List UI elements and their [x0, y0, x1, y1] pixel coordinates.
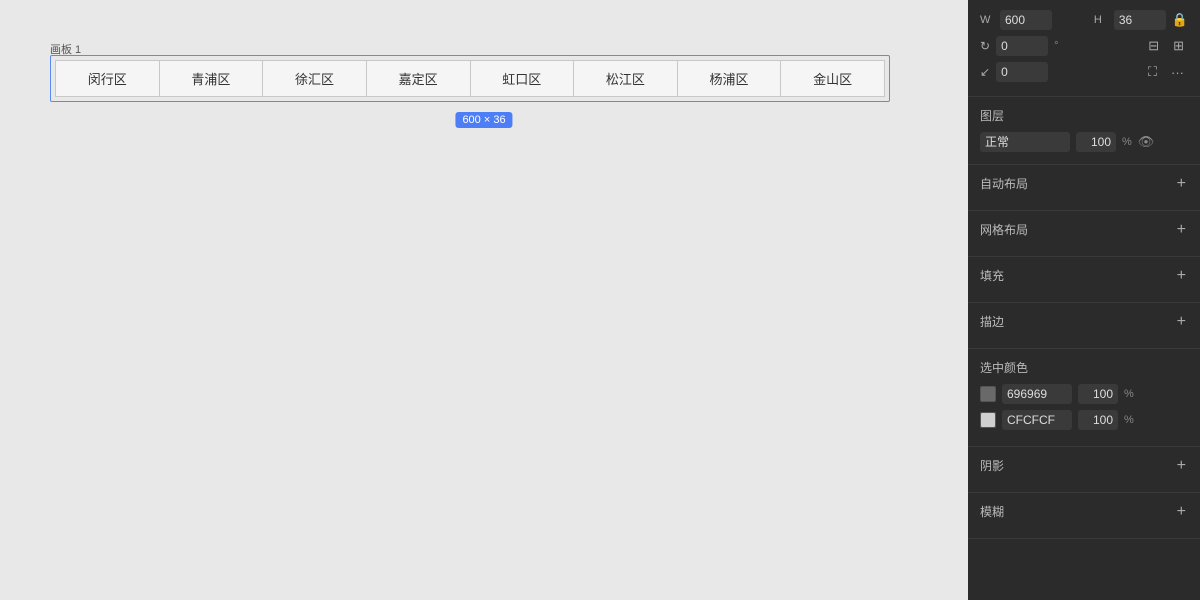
tab-item-1[interactable]: 青浦区 [159, 60, 263, 97]
right-panel: W H 🔒 ↻ ° ⊟ ⊞ ↙ ⛶ ··· 图层 [968, 0, 1200, 600]
grid-layout-header[interactable]: 网格布局 + [980, 221, 1188, 238]
grid-layout-label: 网格布局 [980, 221, 1028, 238]
auto-layout-label: 自动布局 [980, 175, 1028, 192]
w-input[interactable] [1000, 10, 1052, 30]
color-opacity-input-0[interactable] [1078, 384, 1118, 404]
stroke-section: 描边 + [968, 303, 1200, 349]
fill-header[interactable]: 填充 + [980, 267, 1188, 284]
rotate-icon: ↻ [980, 39, 990, 53]
grid-layout-add-btn[interactable]: + [1175, 222, 1188, 238]
auto-layout-header[interactable]: 自动布局 + [980, 175, 1188, 192]
color-hex-input-1[interactable] [1002, 410, 1072, 430]
stroke-header[interactable]: 描边 + [980, 313, 1188, 330]
layer-section: 图层 正常 正片叠底 滤色 % 👁 [968, 97, 1200, 165]
h-label: H [1094, 14, 1108, 26]
blur-section: 模糊 + [968, 493, 1200, 539]
blur-header[interactable]: 模糊 + [980, 503, 1188, 520]
color-unit-0: % [1124, 388, 1134, 400]
rotate-input[interactable] [996, 36, 1048, 56]
size-badge: 600 × 36 [455, 112, 512, 128]
tab-item-6[interactable]: 杨浦区 [677, 60, 781, 97]
tab-item-0[interactable]: 闵行区 [55, 60, 159, 97]
selected-color-header: 选中颜色 [980, 359, 1188, 376]
shadow-add-btn[interactable]: + [1175, 458, 1188, 474]
color-swatch-0[interactable] [980, 386, 996, 402]
rotate-unit: ° [1054, 40, 1058, 52]
selected-color-section: 选中颜色 %% [968, 349, 1200, 447]
color-row-0: % [980, 384, 1188, 404]
blur-label: 模糊 [980, 503, 1004, 520]
color-swatch-1[interactable] [980, 412, 996, 428]
tab-item-5[interactable]: 松江区 [573, 60, 677, 97]
layer-label: 图层 [980, 107, 1004, 124]
lock-icon[interactable]: 🔒 [1172, 12, 1188, 28]
layer-opacity-input[interactable] [1076, 132, 1116, 152]
shadow-label: 阴影 [980, 457, 1004, 474]
w-label: W [980, 14, 994, 26]
corner-icon: ↙ [980, 65, 990, 79]
grid-layout-section: 网格布局 + [968, 211, 1200, 257]
auto-layout-section: 自动布局 + [968, 165, 1200, 211]
corner-input[interactable] [996, 62, 1048, 82]
blur-add-btn[interactable]: + [1175, 504, 1188, 520]
fill-section: 填充 + [968, 257, 1200, 303]
more-btn[interactable]: ··· [1167, 63, 1188, 82]
layer-mode-row: 正常 正片叠底 滤色 % 👁 [980, 132, 1188, 152]
shadow-section: 阴影 + [968, 447, 1200, 493]
layer-opacity-unit: % [1122, 136, 1132, 148]
color-unit-1: % [1124, 414, 1134, 426]
visibility-icon[interactable]: 👁 [1138, 134, 1155, 150]
selected-color-label: 选中颜色 [980, 359, 1028, 376]
rotate-row: ↻ ° ⊟ ⊞ [980, 36, 1188, 56]
color-list: %% [980, 384, 1188, 430]
dimensions-section: W H 🔒 ↻ ° ⊟ ⊞ ↙ ⛶ ··· [968, 0, 1200, 97]
color-hex-input-0[interactable] [1002, 384, 1072, 404]
fill-label: 填充 [980, 267, 1004, 284]
tab-item-7[interactable]: 金山区 [780, 60, 885, 97]
layer-mode-select[interactable]: 正常 正片叠底 滤色 [980, 132, 1070, 152]
h-input[interactable] [1114, 10, 1166, 30]
align-h-btn[interactable]: ⊟ [1144, 36, 1163, 56]
tab-item-4[interactable]: 虹口区 [470, 60, 574, 97]
expand-btn[interactable]: ⛶ [1144, 62, 1161, 82]
auto-layout-add-btn[interactable]: + [1175, 176, 1188, 192]
shadow-header[interactable]: 阴影 + [980, 457, 1188, 474]
tab-item-2[interactable]: 徐汇区 [262, 60, 366, 97]
color-opacity-input-1[interactable] [1078, 410, 1118, 430]
color-row-1: % [980, 410, 1188, 430]
tabs-row: 闵行区青浦区徐汇区嘉定区虹口区松江区杨浦区金山区 [55, 60, 885, 97]
fill-add-btn[interactable]: + [1175, 268, 1188, 284]
corner-row: ↙ ⛶ ··· [980, 62, 1188, 82]
align-v-btn[interactable]: ⊞ [1169, 36, 1188, 56]
wh-row: W H 🔒 [980, 10, 1188, 30]
canvas-area: 画板 1 闵行区青浦区徐汇区嘉定区虹口区松江区杨浦区金山区 600 × 36 [0, 0, 968, 600]
tab-item-3[interactable]: 嘉定区 [366, 60, 470, 97]
stroke-label: 描边 [980, 313, 1004, 330]
stroke-add-btn[interactable]: + [1175, 314, 1188, 330]
frame-container[interactable]: 闵行区青浦区徐汇区嘉定区虹口区松江区杨浦区金山区 [50, 55, 890, 102]
layer-header: 图层 [980, 107, 1188, 124]
